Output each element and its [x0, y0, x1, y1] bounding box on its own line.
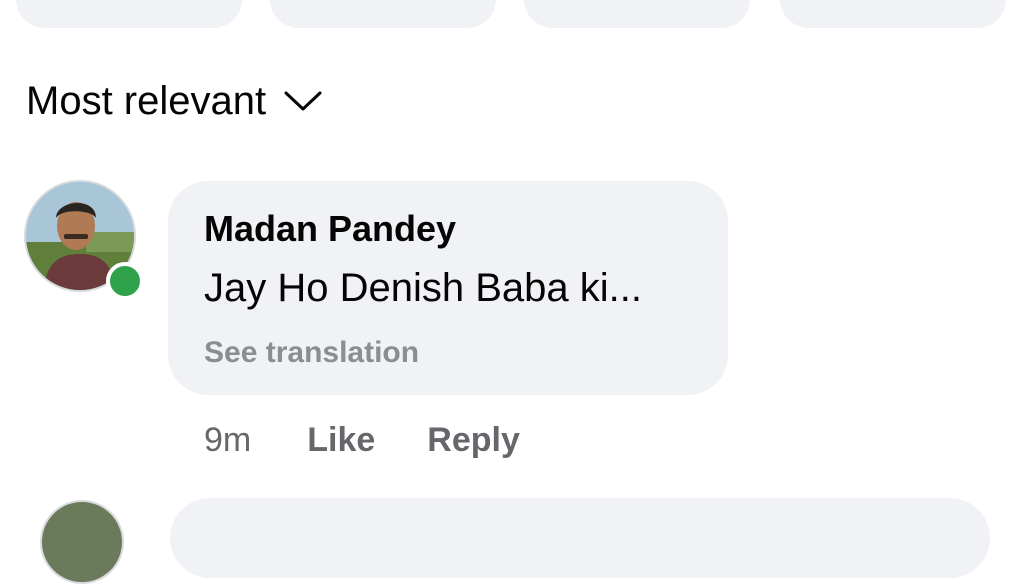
top-action-pill-3[interactable]: [524, 0, 750, 28]
top-action-pill-2[interactable]: [270, 0, 496, 28]
chevron-down-icon: [284, 91, 322, 111]
like-button[interactable]: Like: [307, 421, 375, 460]
reply-button[interactable]: Reply: [427, 421, 520, 460]
sort-label: Most relevant: [26, 78, 267, 123]
comment-actions: 9m Like Reply: [204, 418, 520, 462]
online-status-indicator: [106, 262, 144, 300]
next-comment-bubble[interactable]: [170, 498, 990, 578]
comment-author[interactable]: Madan Pandey: [204, 207, 692, 251]
next-comment-avatar[interactable]: [40, 500, 124, 584]
top-action-pill-4[interactable]: [780, 0, 1006, 28]
top-action-pill-1[interactable]: [16, 0, 242, 28]
comment-text: Jay Ho Denish Baba ki...: [204, 266, 642, 310]
comment-bubble[interactable]: Madan Pandey Jay Ho Denish Baba ki... Se…: [168, 181, 728, 395]
see-translation-link[interactable]: See translation: [204, 333, 692, 373]
comment-time: 9m: [204, 420, 252, 459]
sort-selector[interactable]: Most relevant: [26, 76, 322, 126]
